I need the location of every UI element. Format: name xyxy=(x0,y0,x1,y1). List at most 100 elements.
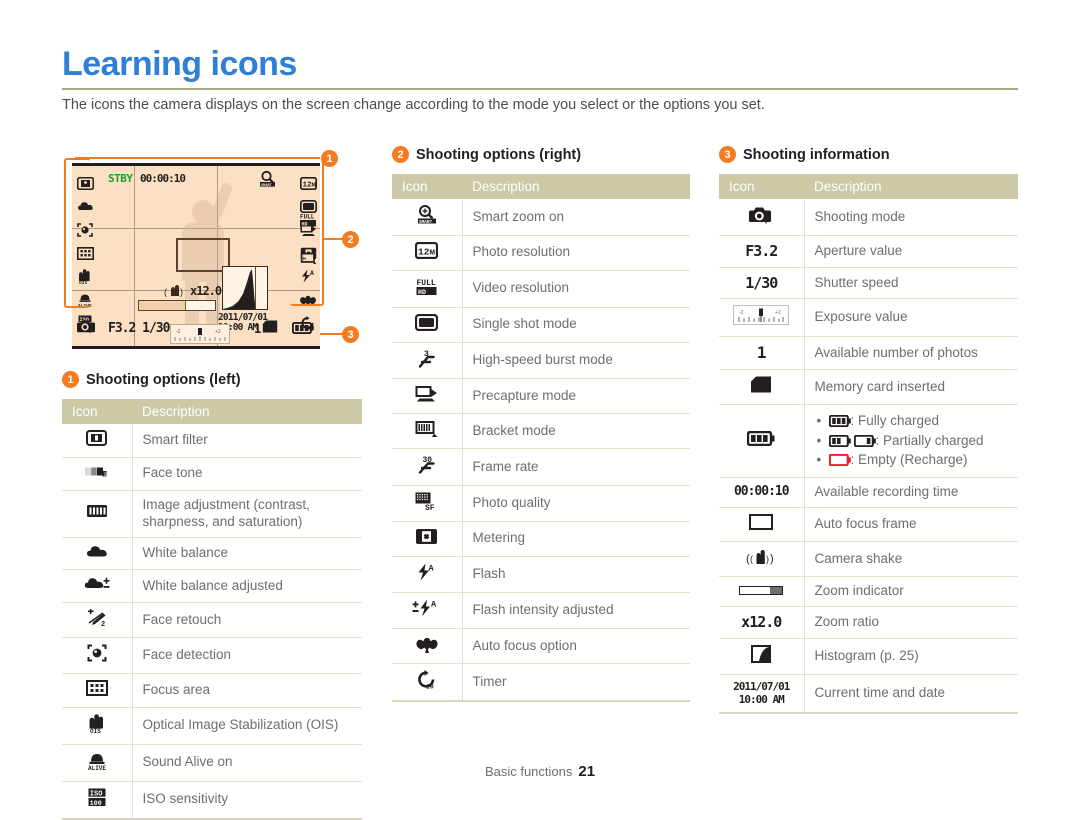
row-description: Bracket mode xyxy=(462,413,690,450)
section-heading-info: 3 Shooting information xyxy=(719,146,890,163)
table-header-row: Icon Description xyxy=(392,174,690,199)
battery-state-empty: : Empty (Recharge) xyxy=(817,451,1009,471)
shooting-options-left-table: Icon Description Smart filter 2 Face ton… xyxy=(62,399,362,820)
stby-indicator: STBY xyxy=(108,172,133,185)
table-row: Histogram (p. 25) xyxy=(719,638,1018,675)
table-row: F3.2 Aperture value xyxy=(719,235,1018,268)
row-description: ISO sensitivity xyxy=(132,781,362,820)
svg-text:+2: +2 xyxy=(775,310,781,316)
exposure-value-icon: -2 +2 xyxy=(719,298,805,338)
high-speed-burst-icon: 3 xyxy=(392,342,463,380)
page-footer: Basic functions 21 xyxy=(0,763,1080,780)
row-description: High-speed burst mode xyxy=(462,342,690,380)
table-row: (()) Camera shake xyxy=(719,541,1018,578)
white-balance-adjusted-icon xyxy=(62,569,133,604)
face-tone-icon: 2 xyxy=(62,457,133,491)
row-description: Current time and date xyxy=(804,674,1018,715)
row-description: White balance xyxy=(132,537,362,571)
camera-screen-figure: STBY 00:00:10 () x12.0 2011/07/01 10:00 … xyxy=(62,148,362,353)
title-divider xyxy=(62,88,1018,90)
row-description: Aperture value xyxy=(804,235,1018,268)
battery-icon xyxy=(719,404,805,478)
row-description: Camera shake xyxy=(804,541,1018,578)
bracket-icon xyxy=(392,413,463,450)
shutter-speed-icon: 1/30 xyxy=(719,267,805,300)
iso-icon: ISO 100 xyxy=(62,781,133,820)
table-row: Precapture mode xyxy=(392,378,690,415)
row-description: Shutter speed xyxy=(804,267,1018,300)
svg-text:2: 2 xyxy=(104,472,107,478)
svg-text:OIS: OIS xyxy=(90,728,101,733)
row-description: Flash xyxy=(462,556,690,593)
exposure-value-overlay: -2 +2 xyxy=(170,324,230,344)
section-badge-3: 3 xyxy=(719,146,736,163)
row-description: Face retouch xyxy=(132,602,362,639)
column-header-icon: Icon xyxy=(392,174,462,199)
recording-time-icon: 00:00:10 xyxy=(719,477,805,508)
svg-text:): ) xyxy=(766,554,769,564)
row-description: Face detection xyxy=(132,637,362,674)
table-header-row: Icon Description xyxy=(719,174,1018,199)
row-description: Available number of photos xyxy=(804,336,1018,371)
precapture-icon xyxy=(392,378,463,415)
camera-lcd-preview: STBY 00:00:10 () x12.0 2011/07/01 10:00 … xyxy=(72,163,320,349)
face-detection-icon xyxy=(62,637,133,674)
svg-text:SF: SF xyxy=(425,504,435,510)
row-description: White balance adjusted xyxy=(132,569,362,604)
section-title-info: Shooting information xyxy=(743,146,890,163)
callout-line-3 xyxy=(320,333,344,335)
row-description: Available recording time xyxy=(804,477,1018,508)
table-row: 12м Photo resolution xyxy=(392,235,690,271)
column-header-description: Description xyxy=(462,174,690,199)
svg-text:P: P xyxy=(765,218,770,225)
table-row: 1/30 Shutter speed xyxy=(719,267,1018,300)
row-description: Histogram (p. 25) xyxy=(804,638,1018,675)
auto-focus-option-icon xyxy=(392,628,463,665)
frame-rate-icon: 30 xyxy=(392,448,463,486)
svg-text:HD: HD xyxy=(418,289,426,296)
battery-icon xyxy=(291,321,314,339)
smart-zoom-icon: SMART xyxy=(392,199,463,236)
svg-text:A: A xyxy=(428,563,434,573)
table-row: Single shot mode xyxy=(392,307,690,343)
battery-state-partial: : Partially charged xyxy=(817,431,1009,451)
table-row: Auto focus option xyxy=(392,628,690,665)
aperture-value-icon: F3.2 xyxy=(719,235,805,268)
smart-filter-icon xyxy=(62,424,133,458)
column-header-icon: Icon xyxy=(719,174,804,199)
row-description: Zoom indicator xyxy=(804,576,1018,608)
camera-shake-icon: (()) xyxy=(719,541,805,578)
svg-text:+2: +2 xyxy=(215,329,221,335)
row-description: Smart filter xyxy=(132,424,362,458)
table-row: 10 Timer xyxy=(392,663,690,703)
table-row: 30 Frame rate xyxy=(392,448,690,486)
row-description: Frame rate xyxy=(462,448,690,486)
intro-paragraph: The icons the camera displays on the scr… xyxy=(62,97,765,113)
shooting-options-right-table: Icon Description SMART Smart zoom on 12м… xyxy=(392,174,690,703)
table-row: Auto focus frame xyxy=(719,507,1018,542)
histogram-icon xyxy=(719,638,805,675)
svg-text:2: 2 xyxy=(101,621,105,626)
svg-text:A: A xyxy=(431,599,437,609)
section-title-right: Shooting options (right) xyxy=(416,146,582,163)
svg-text:P: P xyxy=(89,328,93,334)
table-row: 2 Face tone xyxy=(62,457,362,491)
current-time-date-icon: 2011/07/01 10:00 AM xyxy=(719,674,805,715)
shooting-mode-icon: P xyxy=(719,199,805,236)
table-row: 2011/07/01 10:00 AM Current time and dat… xyxy=(719,674,1018,715)
row-description: Video resolution xyxy=(462,270,690,308)
camera-shake-icon: () xyxy=(164,284,186,301)
row-description: Memory card inserted xyxy=(804,369,1018,406)
memory-card-icon xyxy=(719,369,805,406)
row-description: Precapture mode xyxy=(462,378,690,415)
row-description: Single shot mode xyxy=(462,307,690,343)
table-row: White balance xyxy=(62,537,362,571)
row-description: Auto focus frame xyxy=(804,507,1018,542)
row-description: Photo resolution xyxy=(462,235,690,271)
face-retouch-icon: 2 xyxy=(62,602,133,639)
flash-intensity-icon: A xyxy=(392,592,463,629)
single-shot-icon xyxy=(392,307,463,343)
svg-text:(: ( xyxy=(750,554,753,564)
date-text: 2011/07/01 xyxy=(733,679,790,693)
svg-text:10: 10 xyxy=(426,684,434,690)
